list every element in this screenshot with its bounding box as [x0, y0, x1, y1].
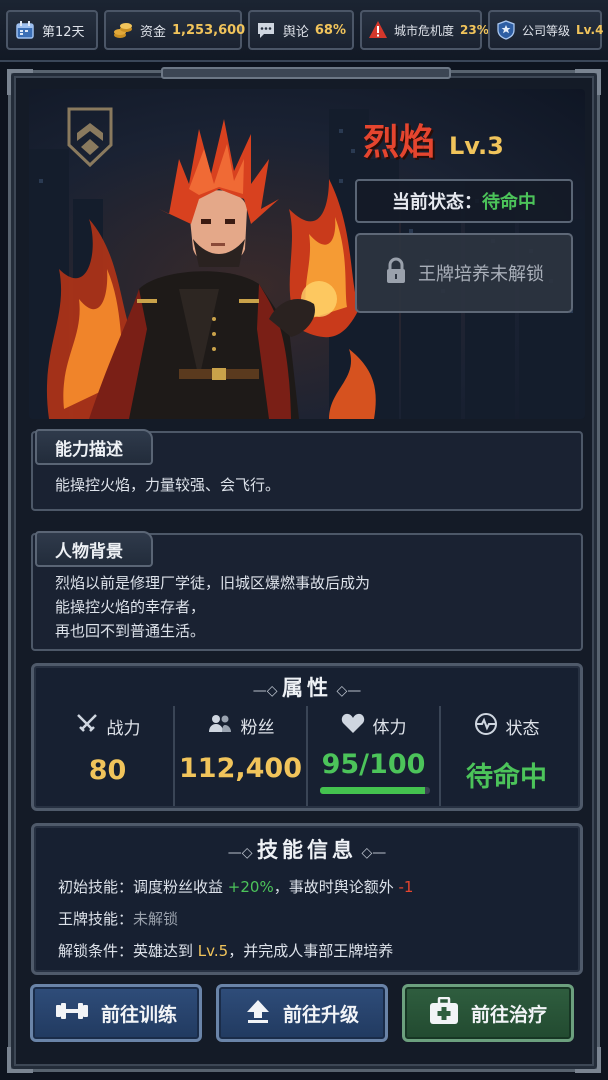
attr-fans: 粉丝 112,400 [173, 706, 306, 806]
top-status-bar: 第12天 资金 1,253,600 舆论 68% 城市危机度 23% 公司等级 … [0, 0, 608, 62]
people-icon [207, 712, 233, 739]
ability-title: 能力描述 [55, 439, 123, 460]
background-title: 人物背景 [55, 541, 123, 562]
city-crisis-stat[interactable]: 城市危机度 23% [360, 10, 489, 50]
initial-skill-label: 初始技能： [58, 878, 134, 896]
hero-title-row: 烈焰 Lv.3 [363, 113, 504, 165]
go-training-label: 前往训练 [100, 1003, 177, 1026]
background-text: 烈焰以前是修理厂学徒，旧城区爆燃事故后成为 能操控火焰的幸存者， 再也回不到普通… [55, 571, 370, 643]
frame-corner [7, 1047, 33, 1073]
go-heal-label: 前往治疗 [470, 1003, 547, 1026]
unlock-level: Lv.5 [197, 942, 229, 960]
unlock-text-1: 英雄达到 [133, 942, 198, 960]
dumbbell-icon [55, 1001, 89, 1026]
calendar-icon [14, 19, 36, 41]
ability-description-tab: 能力描述 [35, 429, 153, 465]
attributes-title-text: 属性 [282, 676, 332, 700]
chat-icon [256, 19, 277, 41]
opinion-stat[interactable]: 舆论 68% [248, 10, 354, 50]
emblem-icon [67, 107, 113, 168]
skills-title: —◇ 技能信息 ◇— [34, 834, 580, 864]
skills-section: —◇ 技能信息 ◇— 初始技能：调度粉丝收益 +20%，事故时舆论额外 -1 王… [31, 823, 583, 975]
initial-skill-text-1: 调度粉丝收益 [133, 878, 228, 896]
attr-status: 状态 待命中 [439, 706, 572, 806]
attributes-title: —◇ 属性 ◇— [34, 672, 580, 702]
company-level-label: 公司等级 [522, 23, 571, 38]
upload-arrow-icon [245, 998, 271, 1029]
hero-name: 烈焰 [363, 121, 436, 163]
opinion-value: 68% [314, 22, 346, 38]
background-line: 能操控火焰的幸存者， [55, 598, 206, 616]
warning-icon [368, 19, 388, 41]
day-value: 第12天 [42, 24, 85, 40]
initial-skill-bonus: +20% [227, 878, 274, 896]
funds-stat[interactable]: 资金 1,253,600 [104, 10, 246, 50]
ability-description-panel: 能力描述 能操控火焰，力量较强、会飞行。 [31, 429, 583, 511]
hero-detail-frame: 烈焰 Lv.3 当前状态： 待命中 王牌培养未解锁 能力描述 能操控火焰，力量较… [7, 67, 601, 1073]
stamina-label: 体力 [372, 718, 407, 738]
background-line: 烈焰以前是修理厂学徒，旧城区爆燃事故后成为 [55, 574, 371, 592]
unlock-condition-line: 解锁条件：英雄达到 Lv.5，并完成人事部王牌培养 [58, 940, 393, 961]
ace-locked-text: 王牌培养未解锁 [418, 264, 544, 285]
state-label: 当前状态： [392, 192, 482, 213]
unlock-text-2: ，并完成人事部王牌培养 [228, 942, 394, 960]
funds-label: 资金 [140, 24, 167, 40]
state-value: 待命中 [482, 192, 536, 213]
stamina-bar-fill [320, 787, 425, 794]
fans-label: 粉丝 [240, 718, 275, 738]
hero-level: Lv.3 [449, 132, 504, 160]
frame-top-plate [161, 67, 451, 79]
power-label: 战力 [106, 719, 141, 739]
title-ornament: —◇ [252, 683, 282, 699]
company-level-value: Lv.4 [576, 23, 604, 37]
heart-icon [341, 712, 365, 739]
initial-skill-penalty: -1 [398, 878, 414, 896]
power-value: 80 [88, 755, 127, 786]
stamina-value: 95/100 [321, 749, 426, 780]
company-level-stat[interactable]: 公司等级 Lv.4 [488, 10, 604, 50]
background-line: 再也回不到普通生活。 [55, 622, 206, 640]
background-panel: 人物背景 烈焰以前是修理厂学徒，旧城区爆燃事故后成为 能操控火焰的幸存者， 再也… [31, 531, 583, 651]
title-ornament: ◇— [332, 683, 362, 699]
initial-skill-text-2: ，事故时舆论额外 [273, 878, 399, 896]
crossed-swords-icon [75, 712, 99, 741]
ace-skill-line: 王牌技能：未解锁 [58, 908, 178, 929]
current-state-box: 当前状态： 待命中 [355, 179, 573, 223]
initial-skill-line: 初始技能：调度粉丝收益 +20%，事故时舆论额外 -1 [58, 876, 413, 897]
attr-power: 战力 80 [42, 706, 173, 806]
coins-icon [112, 19, 134, 41]
crisis-label: 城市危机度 [394, 23, 455, 38]
ace-skill-label: 王牌技能： [58, 910, 134, 928]
crisis-value: 23% [460, 23, 489, 37]
status-value: 待命中 [466, 762, 547, 793]
pulse-icon [474, 712, 498, 741]
stamina-bar [320, 787, 430, 794]
shield-icon [496, 19, 516, 41]
attribute-row: 战力 80 粉丝 112,400 体力 95/100 状态 待命中 [42, 706, 572, 806]
unlock-label: 解锁条件： [58, 942, 134, 960]
ability-text: 能操控火焰，力量较强、会飞行。 [55, 476, 281, 494]
fans-value: 112,400 [179, 753, 302, 784]
go-heal-button[interactable]: 前往治疗 [402, 984, 574, 1042]
go-upgrade-button[interactable]: 前往升级 [216, 984, 388, 1042]
status-label: 状态 [505, 719, 540, 739]
ace-skill-value: 未解锁 [133, 910, 179, 928]
frame-corner [575, 1047, 601, 1073]
attr-stamina: 体力 95/100 [306, 706, 439, 806]
funds-value: 1,253,600 [172, 22, 246, 38]
opinion-label: 舆论 [282, 24, 309, 40]
go-training-button[interactable]: 前往训练 [30, 984, 202, 1042]
attributes-section: —◇ 属性 ◇— 战力 80 粉丝 112,400 体力 95/100 状态 待… [31, 663, 583, 811]
ace-training-locked-button[interactable]: 王牌培养未解锁 [355, 233, 573, 313]
day-counter[interactable]: 第12天 [6, 10, 98, 50]
background-tab: 人物背景 [35, 531, 153, 567]
title-ornament: ◇— [357, 845, 387, 861]
lock-icon [384, 257, 408, 290]
go-upgrade-label: 前往升级 [282, 1003, 359, 1026]
title-ornament: —◇ [227, 845, 257, 861]
first-aid-icon [429, 996, 459, 1030]
skills-title-text: 技能信息 [257, 838, 357, 862]
